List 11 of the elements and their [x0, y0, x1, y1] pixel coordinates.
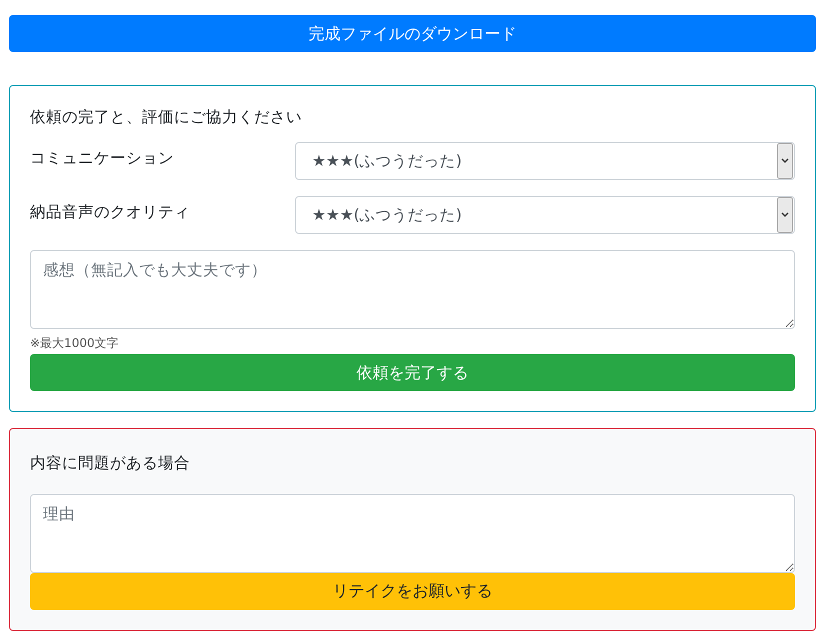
rating-select[interactable]: ★★★(ふつうだった) — [295, 142, 795, 180]
field-label: 納品音声のクオリティ — [30, 202, 191, 223]
hint-text: ※最大1000文字 — [30, 335, 120, 352]
retake-button[interactable]: リテイクをお願いする — [30, 572, 795, 610]
rating-select[interactable]: ★★★(ふつうだった) — [295, 196, 795, 234]
section-title: 依頼の完了と、評価にご協力ください — [30, 107, 303, 128]
download-button[interactable]: 完成ファイルのダウンロード — [9, 15, 816, 52]
field-label: コミュニケーション — [30, 148, 175, 169]
reason-field[interactable]: 理由 — [30, 494, 795, 572]
section-title: 内容に問題がある場合 — [30, 453, 191, 474]
comment-field[interactable]: 感想（無記入でも大丈夫です） — [30, 250, 795, 330]
